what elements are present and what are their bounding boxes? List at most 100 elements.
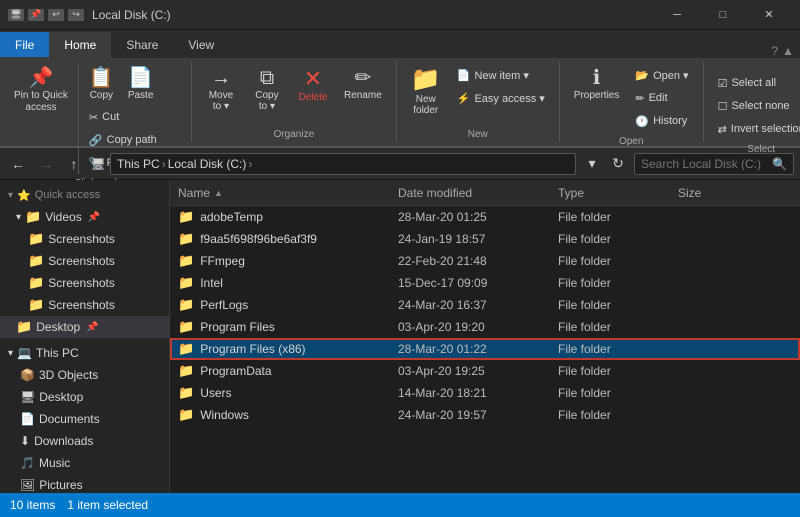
sidebar-downloads-label: Downloads [34, 434, 93, 448]
documents-icon: 📄 [20, 412, 35, 426]
sort-indicator: ▲ [214, 188, 223, 198]
copy-to-button[interactable]: ⧉ Copyto ▾ [246, 64, 288, 125]
file-type: File folder [558, 386, 678, 400]
properties-icon: ℹ [593, 68, 601, 88]
path-local-disk[interactable]: Local Disk (C:) [168, 157, 247, 171]
redo-icon: ↪ [68, 9, 84, 21]
quick-access-icon: ⭐ [17, 189, 31, 202]
selected-count: 1 item selected [67, 498, 148, 512]
forward-button[interactable]: → [34, 152, 58, 176]
copy-path-button[interactable]: 🔗 Copy path [83, 129, 183, 151]
file-name-text: Program Files (x86) [200, 342, 305, 356]
pictures-icon: 🖼 [20, 478, 35, 492]
history-label: History [653, 115, 687, 127]
table-row[interactable]: 📁 ProgramData 03-Apr-20 19:25 File folde… [170, 360, 800, 382]
sidebar-item-3d-objects[interactable]: 📦 3D Objects [0, 364, 169, 386]
table-row[interactable]: 📁 PerfLogs 24-Mar-20 16:37 File folder [170, 294, 800, 316]
easy-access-button[interactable]: ⚡ Easy access ▾ [451, 87, 551, 109]
move-to-button[interactable]: → Moveto ▾ [200, 64, 242, 125]
address-path[interactable]: This PC › Local Disk (C:) › [110, 153, 576, 175]
sidebar-screenshots3-label: Screenshots [48, 276, 115, 290]
invert-selection-button[interactable]: ⇄ Invert selection [712, 118, 800, 140]
cut-button[interactable]: ✂ Cut [83, 106, 183, 128]
quick-access-label: Quick access [35, 189, 100, 201]
sidebar-item-screenshots2[interactable]: 📁 Screenshots [0, 250, 169, 272]
collapse-ribbon-icon[interactable]: ▲ [782, 44, 794, 58]
sidebar-item-downloads[interactable]: ⬇ Downloads [0, 430, 169, 452]
file-area: Name ▲ Date modified Type Size 📁 adobeTe… [170, 180, 800, 493]
move-label: Moveto ▾ [209, 90, 233, 112]
delete-button[interactable]: ✕ Delete [292, 64, 334, 125]
sidebar-item-desktop2[interactable]: 🖥 Desktop [0, 386, 169, 408]
file-name-text: adobeTemp [200, 210, 263, 224]
column-type[interactable]: Type [558, 186, 678, 200]
location-icon: 🖥 [90, 156, 106, 172]
table-row[interactable]: 📁 Intel 15-Dec-17 09:09 File folder [170, 272, 800, 294]
folder-icon-sm: 📁 [178, 407, 194, 423]
sidebar-item-screenshots4[interactable]: 📁 Screenshots [0, 294, 169, 316]
table-row[interactable]: 📁 Program Files 03-Apr-20 19:20 File fol… [170, 316, 800, 338]
path-this-pc[interactable]: This PC [117, 157, 160, 171]
rename-button[interactable]: ✏ Rename [338, 64, 388, 125]
file-type: File folder [558, 320, 678, 334]
table-row[interactable]: 📁 Windows 24-Mar-20 19:57 File folder [170, 404, 800, 426]
paste-button[interactable]: 📄 Paste [122, 64, 160, 105]
sidebar-documents-label: Documents [39, 412, 100, 426]
sidebar-quick-access[interactable]: ▾ ⭐ Quick access [0, 184, 169, 206]
sidebar-item-this-pc[interactable]: ▾ 💻 This PC [0, 342, 169, 364]
column-size[interactable]: Size [678, 186, 792, 200]
help-icon[interactable]: ? [771, 44, 778, 58]
select-all-button[interactable]: ☑ Select all [712, 72, 800, 94]
quick-access-icon: 📌 [28, 9, 44, 21]
window-controls: ─ □ ✕ [654, 0, 792, 30]
table-row[interactable]: 📁 Program Files (x86) 28-Mar-20 01:22 Fi… [170, 338, 800, 360]
search-box[interactable]: 🔍 [634, 153, 794, 175]
tab-share[interactable]: Share [111, 32, 173, 58]
expand-icon: ▾ [16, 212, 21, 223]
folder-icon-sm: 📁 [178, 253, 194, 269]
file-name-text: PerfLogs [200, 298, 248, 312]
sidebar-item-pictures[interactable]: 🖼 Pictures [0, 474, 169, 493]
col-size-label: Size [678, 186, 701, 200]
back-button[interactable]: ← [6, 152, 30, 176]
sidebar-item-desktop[interactable]: 📁 Desktop 📌 [0, 316, 169, 338]
tab-view[interactable]: View [173, 32, 229, 58]
open-button[interactable]: 📂 Open ▾ [629, 64, 694, 86]
sidebar-item-videos[interactable]: ▾ 📁 Videos 📌 [0, 206, 169, 228]
maximize-button[interactable]: □ [700, 0, 746, 30]
invert-label: Invert selection [731, 123, 800, 135]
file-type: File folder [558, 342, 678, 356]
sidebar-item-screenshots1[interactable]: 📁 Screenshots [0, 228, 169, 250]
properties-button[interactable]: ℹ Properties [568, 64, 626, 132]
select-none-button[interactable]: ☐ Select none [712, 95, 800, 117]
edit-button[interactable]: ✏ Edit [629, 87, 694, 109]
main-area: ▾ ⭐ Quick access ▾ 📁 Videos 📌 📁 Screensh… [0, 180, 800, 493]
history-icon: 🕐 [635, 115, 649, 128]
refresh-button[interactable]: ↻ [606, 152, 630, 176]
folder-icon-sm: 📁 [178, 275, 194, 291]
file-date: 14-Mar-20 18:21 [398, 386, 558, 400]
table-row[interactable]: 📁 Users 14-Mar-20 18:21 File folder [170, 382, 800, 404]
minimize-button[interactable]: ─ [654, 0, 700, 30]
sidebar-item-documents[interactable]: 📄 Documents [0, 408, 169, 430]
this-pc-icon: 💻 [17, 346, 32, 360]
up-button[interactable]: ↑ [62, 152, 86, 176]
table-row[interactable]: 📁 FFmpeg 22-Feb-20 21:48 File folder [170, 250, 800, 272]
column-date[interactable]: Date modified [398, 186, 558, 200]
sidebar-item-music[interactable]: 🎵 Music [0, 452, 169, 474]
new-item-button[interactable]: 📄 New item ▾ [451, 64, 551, 86]
sidebar-item-screenshots3[interactable]: 📁 Screenshots [0, 272, 169, 294]
tab-home[interactable]: Home [49, 32, 111, 58]
tab-file[interactable]: File [0, 32, 49, 58]
new-item-label: New item ▾ [474, 69, 528, 82]
table-row[interactable]: 📁 adobeTemp 28-Mar-20 01:25 File folder [170, 206, 800, 228]
search-input[interactable] [641, 157, 768, 171]
new-folder-button[interactable]: 📁 Newfolder [405, 64, 447, 125]
copy-button[interactable]: 📋 Copy [83, 64, 120, 105]
dropdown-button[interactable]: ▾ [580, 152, 604, 176]
history-button[interactable]: 🕐 History [629, 110, 694, 132]
close-button[interactable]: ✕ [746, 0, 792, 30]
column-name[interactable]: Name ▲ [178, 186, 398, 200]
table-row[interactable]: 📁 f9aa5f698f96be6af3f9 24-Jan-19 18:57 F… [170, 228, 800, 250]
folder-icon-sm: 📁 [178, 341, 194, 357]
